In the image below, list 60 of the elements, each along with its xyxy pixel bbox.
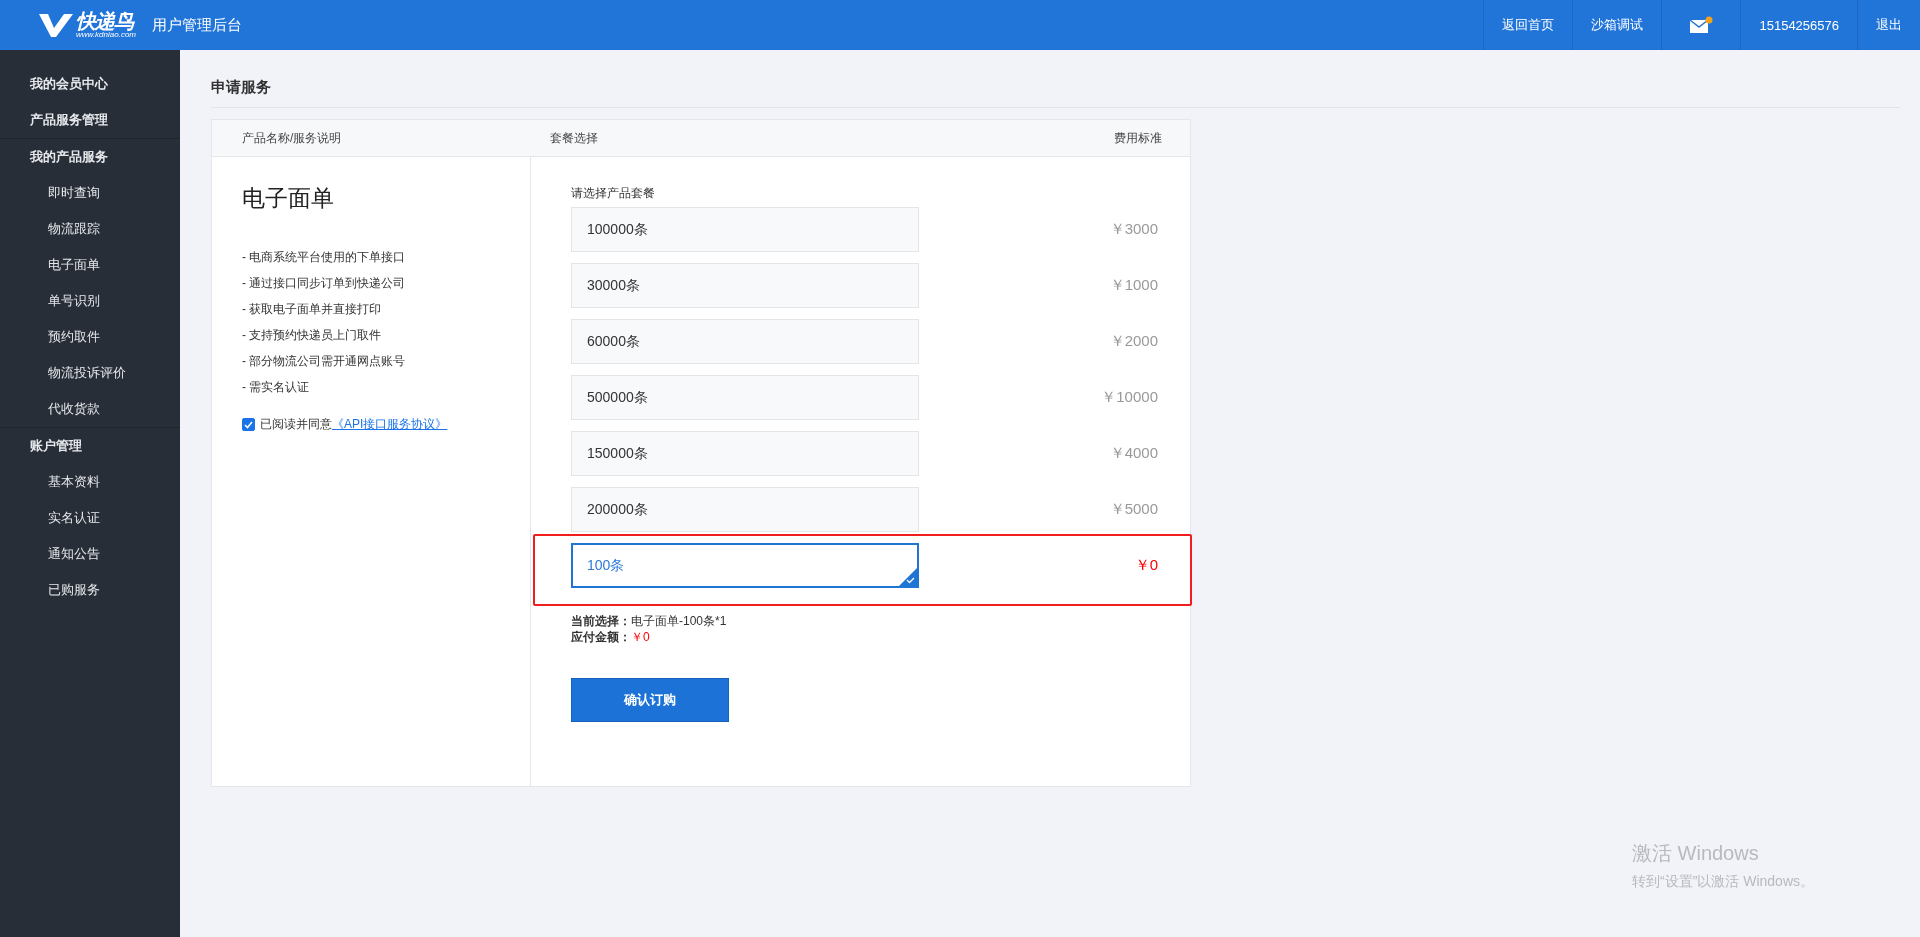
package-price: ￥2000 [1109,332,1159,351]
nav-group-item[interactable]: 我的产品服务 [0,139,180,175]
package-option[interactable]: 500000条 [571,375,919,420]
feature-text: - 电商系统平台使用的下单接口 [242,249,407,266]
package-price: ￥5000 [1109,500,1159,519]
amount-value: ￥0 [631,630,650,644]
confirm-button[interactable]: 确认订购 [571,678,729,722]
checkbox[interactable] [242,418,255,431]
feature-text: - 通过接口同步订单到快递公司 [242,275,407,292]
nav-item[interactable]: 即时查询 [0,175,180,211]
product-name: 电子面单 [242,184,335,213]
v-logo-icon [38,12,74,38]
nav-item[interactable]: 预约取件 [0,319,180,355]
summary-value: 电子面单-100条*1 [631,614,727,628]
package-price: ￥4000 [1109,444,1159,463]
check-corner-icon [899,568,917,586]
header-link[interactable]: 沙箱调试 [1572,0,1662,50]
activation-hint: 转到“设置”以激活 Windows。 [1632,873,1814,891]
package-option[interactable]: 100000条 [571,207,919,252]
header-link[interactable]: 退出 [1857,0,1920,50]
nav-item[interactable]: 物流投诉评价 [0,355,180,391]
header-link[interactable]: 15154256576 [1740,0,1857,50]
nav-item[interactable]: 基本资料 [0,464,180,500]
column-header: 费用标准 [1113,129,1163,147]
nav-item[interactable]: 通知公告 [0,536,180,572]
nav-item[interactable]: 实名认证 [0,500,180,536]
nav-group-item[interactable]: 我的会员中心 [0,66,180,102]
app-title: 用户管理后台 [152,15,243,35]
nav-item[interactable]: 电子面单 [0,247,180,283]
activation-title: 激活 Windows [1632,841,1760,866]
column-header: 套餐选择 [550,129,599,147]
nav-item[interactable]: 已购服务 [0,572,180,608]
feature-text: - 需实名认证 [242,379,311,396]
nav-group-item[interactable]: 产品服务管理 [0,102,180,138]
package-price: ￥10000 [1101,388,1159,407]
package-price: ￥1000 [1109,276,1159,295]
logo-url: www.kdniao.com [76,31,137,39]
package-option[interactable]: 60000条 [571,319,919,364]
nav-item[interactable]: 代收货款 [0,391,180,427]
package-option[interactable]: 150000条 [571,431,919,476]
agree-label: 已阅读并同意 [260,416,332,433]
column-header: 产品名称/服务说明 [241,129,343,147]
nav-item[interactable]: 物流跟踪 [0,211,180,247]
summary-label: 当前选择： [571,614,631,628]
nav-group-item[interactable]: 账户管理 [0,428,180,464]
package-option[interactable]: 200000条 [571,487,919,532]
logo-text: 快递鸟 [76,11,136,31]
nav-item[interactable]: 单号识别 [0,283,180,319]
package-price: ￥3000 [1109,220,1159,239]
package-price: ￥0 [1134,556,1159,575]
header-link[interactable]: 返回首页 [1483,0,1573,50]
feature-text: - 部分物流公司需开通网点账号 [242,353,407,370]
feature-text: - 获取电子面单并直接打印 [242,301,383,318]
package-option[interactable]: 30000条 [571,263,919,308]
summary-label: 应付金额： [571,630,631,644]
agreement-link[interactable]: 《API接口服务协议》 [332,416,448,433]
page-title: 申请服务 [211,50,1900,108]
package-option[interactable]: 100条 [571,543,919,588]
feature-text: - 支持预约快递员上门取件 [242,327,383,344]
package-prompt: 请选择产品套餐 [571,185,656,202]
